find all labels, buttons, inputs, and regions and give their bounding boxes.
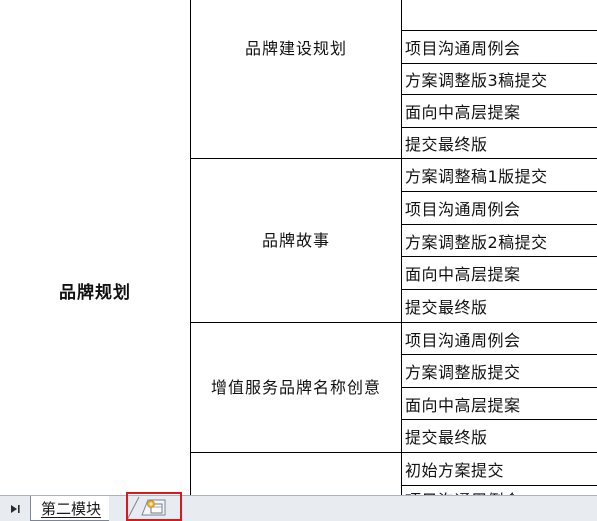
last-sheet-arrow-icon[interactable] <box>6 500 24 518</box>
task-label: 方案调整稿1版提交 <box>405 167 548 186</box>
spreadsheet-window: 品牌规划 品牌建设规划 品牌故事 增值服务品牌名称创意 项目沟通周例会 方案调整… <box>0 0 597 521</box>
category-label: 品牌规划 <box>59 282 131 303</box>
insert-worksheet-icon <box>141 499 166 515</box>
section-label: 品牌故事 <box>261 231 330 250</box>
task-cell[interactable]: 初始方案提交 <box>402 453 597 485</box>
task-label: 面向中高层提案 <box>405 395 521 415</box>
task-cell[interactable]: 提交最终版 <box>402 128 597 158</box>
task-cell[interactable]: 面向中高层提案 <box>402 95 597 127</box>
task-label: 提交最终版 <box>405 135 488 154</box>
task-cell[interactable]: 方案调整版2稿提交 <box>402 225 597 256</box>
task-cell-partial[interactable]: 项目沟通周例会 <box>402 486 592 495</box>
section-label: 品牌建设规划 <box>244 39 347 58</box>
task-cell[interactable]: 项目沟通周例会 <box>402 192 597 224</box>
task-label: 初始方案提交 <box>405 461 505 480</box>
task-cell[interactable]: 项目沟通周例会 <box>402 323 597 354</box>
task-label: 方案调整版3稿提交 <box>405 71 548 90</box>
category-cell[interactable]: 品牌规划 <box>0 270 190 310</box>
task-label: 项目沟通周例会 <box>405 200 521 219</box>
sheet-tab-active[interactable]: 第二模块 <box>30 496 110 521</box>
task-cell[interactable]: 面向中高层提案 <box>402 388 597 419</box>
task-label: 提交最终版 <box>405 428 488 447</box>
section-label: 增值服务品牌名称创意 <box>210 378 381 397</box>
task-cell[interactable]: 方案调整版3稿提交 <box>402 64 597 94</box>
task-cell[interactable]: 方案调整稿1版提交 <box>402 159 597 191</box>
task-label: 项目沟通周例会 <box>405 330 521 350</box>
section-cell[interactable]: 增值服务品牌名称创意 <box>191 360 401 416</box>
insert-worksheet-button[interactable] <box>126 492 182 521</box>
task-cell[interactable]: 项目沟通周例会 <box>402 31 597 63</box>
task-label: 项目沟通周例会 <box>405 39 521 58</box>
task-label: 面向中高层提案 <box>405 103 521 122</box>
task-label: 面向中高层提案 <box>405 265 521 284</box>
section-cell[interactable]: 品牌故事 <box>191 222 401 260</box>
task-cell[interactable]: 提交最终版 <box>402 420 597 452</box>
task-label: 提交最终版 <box>405 298 488 317</box>
task-cell[interactable]: 提交最终版 <box>402 290 597 322</box>
sheet-tab-label: 第二模块 <box>41 499 102 518</box>
task-cell[interactable]: 面向中高层提案 <box>402 257 597 289</box>
task-label: 项目沟通周例会 <box>405 487 521 495</box>
task-label: 方案调整版提交 <box>405 363 521 382</box>
task-label: 方案调整版2稿提交 <box>405 232 548 252</box>
task-cell[interactable]: 方案调整版提交 <box>402 355 597 387</box>
sheet-tab-bar: 第二模块 <box>0 495 597 521</box>
section-cell[interactable]: 品牌建设规划 <box>191 30 401 68</box>
